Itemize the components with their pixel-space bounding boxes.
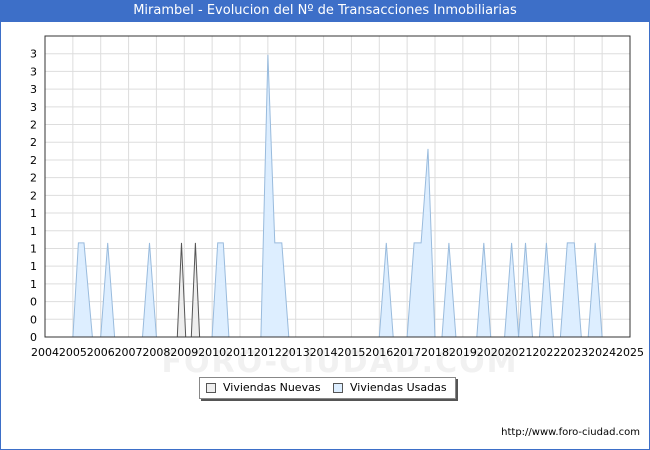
x-tick-label: 2025 [616, 346, 644, 359]
y-tick-label: 1 [30, 207, 37, 220]
footer-url: http://www.foro-ciudad.com [501, 427, 640, 438]
x-tick-label: 2011 [226, 346, 254, 359]
legend-swatch-usadas [333, 383, 343, 393]
y-tick-label: 3 [30, 101, 37, 114]
y-tick-label: 3 [30, 65, 37, 78]
x-tick-label: 2024 [588, 346, 616, 359]
series-area-usadas [587, 242, 603, 338]
legend: Viviendas Nuevas Viviendas Usadas [199, 377, 456, 399]
y-tick-label: 0 [30, 296, 37, 309]
series-area-usadas [476, 242, 492, 338]
y-tick-label: 1 [30, 242, 37, 255]
y-tick-label: 3 [30, 48, 37, 61]
series-area-usadas [72, 242, 93, 338]
y-tick-label: 3 [30, 83, 37, 96]
y-tick-label: 2 [30, 154, 37, 167]
x-tick-label: 2009 [170, 346, 198, 359]
series-area-usadas [406, 148, 436, 338]
x-tick-label: 2022 [532, 346, 560, 359]
x-tick-label: 2018 [421, 346, 449, 359]
x-tick-label: 2023 [560, 346, 588, 359]
x-tick-label: 2016 [365, 346, 393, 359]
series-area-usadas [100, 242, 116, 338]
x-tick-label: 2008 [142, 346, 170, 359]
series-area-usadas [378, 242, 394, 338]
x-tick-label: 2019 [449, 346, 477, 359]
legend-swatch-nuevas [206, 383, 216, 393]
x-tick-label: 2020 [477, 346, 505, 359]
x-tick-label: 2017 [393, 346, 421, 359]
x-tick-label: 2012 [254, 346, 282, 359]
y-tick-label: 0 [30, 331, 37, 344]
legend-label-usadas: Viviendas Usadas [350, 381, 447, 394]
series-area-usadas [518, 242, 534, 338]
series-layer [72, 54, 603, 338]
y-tick-label: 1 [30, 225, 37, 238]
plot-area-border [44, 35, 631, 338]
series-area-usadas [260, 54, 290, 338]
x-tick-label: 2004 [31, 346, 59, 359]
series-area-usadas [441, 242, 457, 338]
y-tick-label: 0 [30, 313, 37, 326]
y-tick-label: 2 [30, 136, 37, 149]
x-tick-label: 2010 [198, 346, 226, 359]
y-tick-label: 2 [30, 189, 37, 202]
y-tick-label: 2 [30, 119, 37, 132]
series-area-nuevas [190, 242, 201, 338]
x-tick-label: 2006 [87, 346, 115, 359]
series-area-usadas [504, 242, 520, 338]
series-area-usadas [211, 242, 230, 338]
y-tick-label: 1 [30, 260, 37, 273]
x-tick-label: 2014 [310, 346, 338, 359]
series-area-usadas [559, 242, 582, 338]
series-area-usadas [538, 242, 554, 338]
x-tick-label: 2021 [505, 346, 533, 359]
series-area-usadas [141, 242, 157, 338]
x-tick-label: 2013 [282, 346, 310, 359]
y-tick-label: 1 [30, 278, 37, 291]
grid-layer [44, 36, 631, 338]
y-tick-label: 2 [30, 172, 37, 185]
x-tick-label: 2007 [115, 346, 143, 359]
x-tick-label: 2005 [59, 346, 87, 359]
x-tick-label: 2015 [337, 346, 365, 359]
legend-label-nuevas: Viviendas Nuevas [223, 381, 321, 394]
